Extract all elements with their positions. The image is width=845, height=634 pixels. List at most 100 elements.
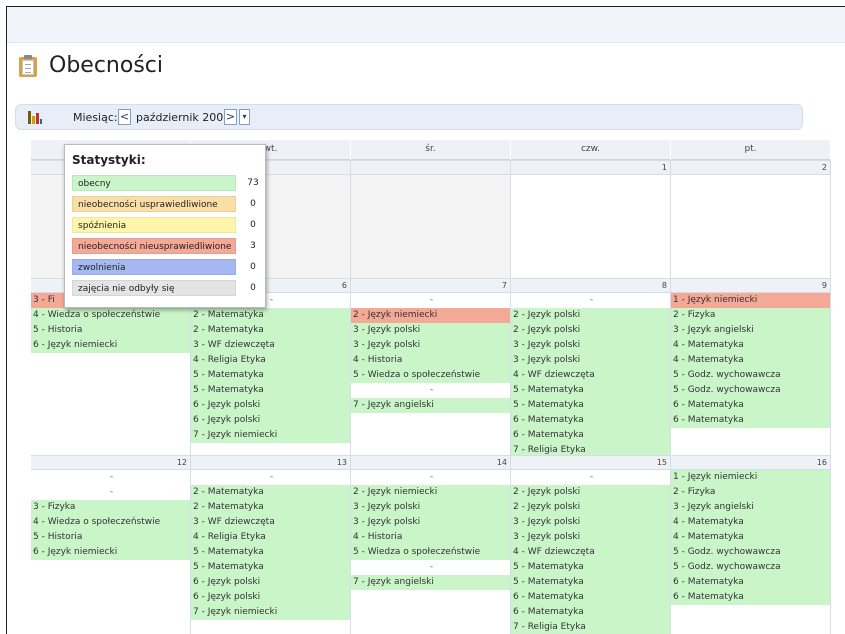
lesson-entry[interactable]: 7 - Religia Etyka [511,620,670,634]
lesson-entry[interactable]: 4 - Matematyka [671,515,830,530]
day-cell[interactable]: 1 - Język niemiecki 2 - Fizyka 3 - Język a… [671,293,830,455]
lesson-entry[interactable]: 4 - Wiedza o społeczeństwie [31,308,190,323]
lesson-entry[interactable]: 5 - Historia [31,323,190,338]
lesson-entry[interactable]: 5 - Matematyka [191,560,350,575]
lesson-entry[interactable]: 6 - Język niemiecki [31,545,190,560]
next-month-button[interactable]: > [224,109,237,125]
lesson-entry[interactable]: 6 - Język polski [191,398,350,413]
lesson-entry[interactable]: 6 - Matematyka [511,413,670,428]
lesson-entry[interactable]: 6 - Matematyka [671,398,830,413]
lesson-entry[interactable]: 4 - WF dziewczęta [511,368,670,383]
lesson-entry[interactable]: 5 - Historia [31,530,190,545]
lesson-entry[interactable]: 2 - Język niemiecki [351,485,510,500]
lesson-entry[interactable]: 3 - Język polski [511,530,670,545]
lesson-entry[interactable]: 4 - Historia [351,353,510,368]
lesson-entry[interactable]: 6 - Język niemiecki [31,338,190,353]
lesson-entry[interactable]: 5 - Matematyka [511,398,670,413]
day-cell[interactable]: -2 - Język niemiecki 3 - Język polski 3 - … [351,293,510,455]
lesson-entry[interactable]: 3 - Język polski [351,500,510,515]
lesson-entry[interactable]: 6 - Język polski [191,590,350,605]
lesson-entry[interactable]: 2 - Język polski [511,323,670,338]
lesson-entry[interactable]: 4 - Wiedza o społeczeństwie [31,515,190,530]
lesson-entry[interactable]: 6 - Język polski [191,575,350,590]
lesson-entry[interactable]: 5 - Matematyka [191,368,350,383]
lesson-entry[interactable]: 7 - Język niemiecki [191,605,350,620]
lesson-entry[interactable]: 6 - Matematyka [671,590,830,605]
day-cell[interactable] [671,175,830,278]
lesson-entry[interactable]: 3 - Język polski [511,338,670,353]
lesson-entry[interactable]: 5 - Matematyka [191,383,350,398]
lesson-entry[interactable]: 2 - Język niemiecki [351,308,510,323]
lesson-entry[interactable]: 2 - Język polski [511,485,670,500]
lesson-entry[interactable]: 3 - WF dziewczęta [191,338,350,353]
lesson-entry[interactable]: 5 - Godz. wychowawcza [671,560,830,575]
lesson-entry[interactable]: 4 - Religia Etyka [191,353,350,368]
day-cell[interactable] [351,175,510,278]
lesson-entry[interactable]: 5 - Godz. wychowawcza [671,383,830,398]
day-cell[interactable]: -2 - Matematyka 2 - Matematyka 3 - WF dzie… [191,470,350,634]
day-cell[interactable]: 1 - Język niemiecki 2 - Fizyka 3 - Język a… [671,470,830,634]
lesson-entry[interactable]: 3 - Język polski [351,323,510,338]
lesson-entry[interactable]: - [351,383,510,398]
lesson-entry[interactable]: 5 - Wiedza o społeczeństwie [351,545,510,560]
lesson-entry[interactable]: 3 - WF dziewczęta [191,515,350,530]
lesson-entry[interactable]: 4 - Matematyka [671,353,830,368]
lesson-entry[interactable]: 2 - Matematyka [191,500,350,515]
lesson-entry[interactable]: 5 - Matematyka [511,575,670,590]
day-cell[interactable]: --3 - Fizyka 4 - Wiedza o społeczeństwie 5… [31,470,190,634]
lesson-entry[interactable]: 6 - Matematyka [511,605,670,620]
lesson-entry[interactable]: 2 - Język polski [511,308,670,323]
lesson-entry[interactable]: 7 - Język niemiecki [191,428,350,443]
lesson-entry[interactable]: 2 - Matematyka [191,485,350,500]
lesson-entry[interactable]: 3 - Język polski [351,338,510,353]
month-dropdown-button[interactable]: ▾ [239,109,250,125]
lesson-entry[interactable]: - [511,293,670,308]
lesson-entry[interactable]: 2 - Język polski [511,500,670,515]
day-cell[interactable]: -2 - Język niemiecki 3 - Język polski 3 - … [351,470,510,634]
lesson-entry[interactable]: 3 - Język angielski [671,500,830,515]
lesson-entry[interactable]: 1 - Język niemiecki [671,293,830,308]
lesson-entry[interactable]: 6 - Język polski [191,413,350,428]
lesson-entry[interactable]: - [351,470,510,485]
lesson-entry[interactable]: 4 - Religia Etyka [191,530,350,545]
lesson-entry[interactable]: 7 - Język angielski [351,398,510,413]
lesson-entry[interactable]: 5 - Matematyka [511,560,670,575]
lesson-entry[interactable]: - [351,560,510,575]
lesson-entry[interactable]: 6 - Matematyka [671,413,830,428]
lesson-entry[interactable]: 3 - Język angielski [671,323,830,338]
lesson-entry[interactable]: 4 - WF dziewczęta [511,545,670,560]
lesson-entry[interactable]: 6 - Matematyka [671,575,830,590]
lesson-entry[interactable]: - [191,470,350,485]
lesson-entry[interactable]: 5 - Wiedza o społeczeństwie [351,368,510,383]
lesson-entry[interactable]: 4 - Historia [351,530,510,545]
lesson-entry[interactable]: 6 - Matematyka [511,428,670,443]
lesson-entry[interactable]: 5 - Matematyka [511,383,670,398]
chart-filter-icon[interactable] [28,111,42,124]
lesson-entry[interactable]: 5 - Godz. wychowawcza [671,368,830,383]
lesson-entry[interactable]: 1 - Język niemiecki [671,470,830,485]
lesson-entry[interactable]: - [31,485,190,500]
lesson-entry[interactable]: 3 - Język polski [511,515,670,530]
lesson-entry[interactable]: 3 - Fizyka [31,500,190,515]
lesson-entry[interactable]: 5 - Godz. wychowawcza [671,545,830,560]
lesson-entry[interactable]: 4 - Matematyka [671,530,830,545]
prev-month-button[interactable]: < [118,109,131,125]
day-cell[interactable]: -2 - Matematyka 2 - Matematyka 3 - WF dzie… [191,293,350,455]
lesson-entry[interactable]: 2 - Fizyka [671,308,830,323]
lesson-entry[interactable]: 4 - Matematyka [671,338,830,353]
day-cell[interactable]: 3 - Fi 4 - Wiedza o społeczeństwie 5 - His… [31,293,190,455]
lesson-entry[interactable]: 3 - Język polski [511,353,670,368]
lesson-entry[interactable]: - [31,470,190,485]
lesson-entry[interactable]: 7 - Język angielski [351,575,510,590]
lesson-entry[interactable]: 2 - Matematyka [191,308,350,323]
lesson-entry[interactable]: 2 - Matematyka [191,323,350,338]
lesson-entry[interactable]: 2 - Fizyka [671,485,830,500]
lesson-entry[interactable]: - [511,470,670,485]
lesson-entry[interactable]: 6 - Matematyka [511,590,670,605]
day-cell[interactable]: -2 - Język polski 2 - Język polski 3 - Jęz… [511,470,670,634]
day-cell[interactable] [511,175,670,278]
day-cell[interactable]: -2 - Język polski 2 - Język polski 3 - Jęz… [511,293,670,458]
lesson-entry[interactable]: - [351,293,510,308]
lesson-entry[interactable]: 5 - Matematyka [191,545,350,560]
lesson-entry[interactable]: 3 - Język polski [351,515,510,530]
